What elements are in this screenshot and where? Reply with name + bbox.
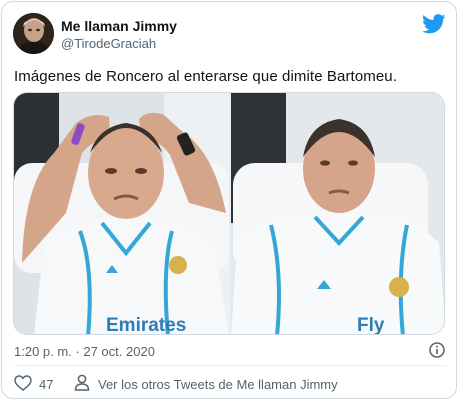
like-count[interactable]: 47	[39, 377, 53, 392]
avatar[interactable]	[13, 13, 54, 54]
person-icon	[74, 374, 90, 391]
info-icon[interactable]	[429, 342, 445, 358]
heart-icon[interactable]	[14, 375, 32, 391]
more-tweets-link[interactable]: Ver los otros Tweets de Me llaman Jimmy	[98, 377, 338, 392]
divider	[14, 365, 446, 366]
shirt-sponsor-text-left: Emirates	[106, 315, 186, 335]
tweet-text: Imágenes de Roncero al enterarse que dim…	[14, 68, 398, 85]
shirt-sponsor-text-right: Fly	[357, 315, 385, 335]
tweet-card[interactable]: Me llaman Jimmy @TirodeGraciah Imágenes …	[1, 1, 457, 399]
photo-man-hands-on-head[interactable]: Emirates	[14, 93, 229, 335]
avatar-image	[13, 13, 54, 54]
tweet-timestamp[interactable]: 1:20 p. m. · 27 oct. 2020	[14, 344, 155, 359]
photo-man-looking-up[interactable]: Fly	[231, 93, 444, 335]
tweet-media[interactable]: Emirates Fly	[13, 92, 445, 335]
twitter-bird-icon[interactable]	[422, 13, 446, 35]
author-display-name[interactable]: Me llaman Jimmy	[61, 18, 177, 34]
author-handle[interactable]: @TirodeGraciah	[61, 36, 156, 51]
